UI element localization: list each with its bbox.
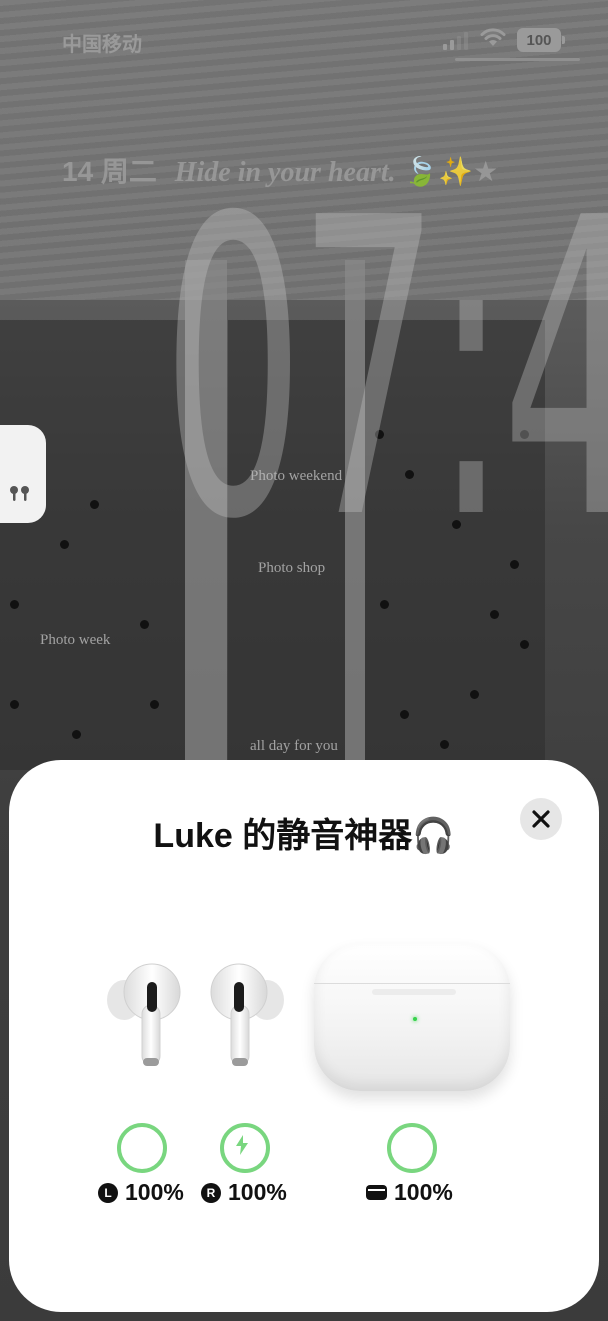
charging-bolt-icon xyxy=(236,1135,248,1155)
case-battery-ring xyxy=(387,1123,437,1173)
wifi-icon xyxy=(478,26,508,53)
close-icon xyxy=(532,810,550,828)
left-battery-percent: 100% xyxy=(125,1179,184,1205)
left-badge: L xyxy=(98,1182,118,1203)
airpods-side-widget[interactable] xyxy=(0,425,46,523)
airpods-mini-icon xyxy=(10,486,29,501)
battery-indicator: 100 xyxy=(517,28,565,52)
right-battery-label: R 100% xyxy=(201,1179,287,1206)
carrier-label: 中国移动 xyxy=(62,34,142,56)
lock-date: 14 周二 xyxy=(62,156,157,187)
charging-case-image xyxy=(314,943,510,1091)
right-earbud-image xyxy=(210,963,284,1066)
close-button[interactable] xyxy=(520,798,562,840)
left-battery-label: L 100% xyxy=(98,1179,184,1206)
status-led xyxy=(413,1017,417,1021)
left-earbud-image xyxy=(107,963,181,1066)
bg-sign: Photo week xyxy=(40,632,111,648)
lock-time: 07:49 xyxy=(161,131,608,609)
right-battery-ring xyxy=(220,1123,270,1173)
bg-sign: all day for you xyxy=(250,738,338,754)
airpods-popup: Luke 的静音神器🎧 L 100% R 100% 100% xyxy=(9,760,599,1312)
case-icon xyxy=(366,1185,387,1200)
left-battery-ring xyxy=(117,1123,167,1173)
case-battery-label: 100% xyxy=(366,1179,453,1206)
case-battery-percent: 100% xyxy=(394,1179,453,1205)
right-battery-percent: 100% xyxy=(228,1179,287,1205)
popup-title: Luke 的静音神器🎧 xyxy=(153,817,455,855)
status-bar: 中国移动 100 xyxy=(0,26,608,56)
signal-icon xyxy=(443,32,468,50)
right-badge: R xyxy=(201,1182,221,1203)
control-center-indicator xyxy=(455,58,580,61)
